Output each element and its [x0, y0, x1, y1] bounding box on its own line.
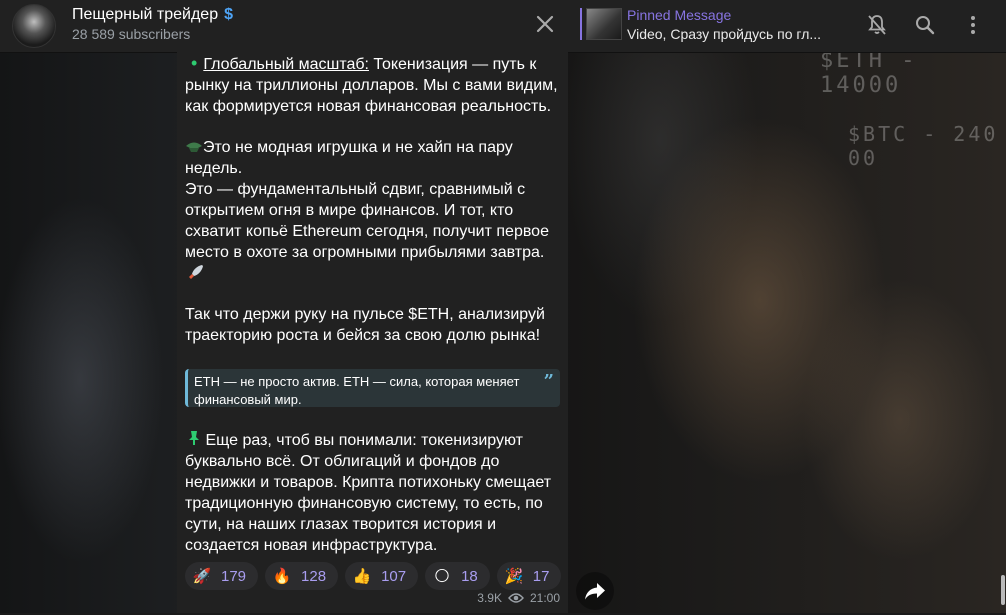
pinned-title[interactable]: Pinned Message — [627, 7, 731, 23]
channel-avatar[interactable] — [12, 4, 56, 48]
pushpin-icon — [189, 431, 199, 445]
thumbs-up-emoji-icon: 👍 — [352, 568, 372, 585]
reaction-count: 17 — [532, 567, 550, 585]
message-meta: 3.9K 21:00 — [477, 591, 560, 605]
reaction-moon[interactable]: 🌕 18 — [425, 562, 490, 590]
scrollbar-thumb[interactable] — [1001, 575, 1005, 605]
view-count: 3.9K — [477, 591, 502, 605]
paragraph-2-line-2: Это — фундаментальный сдвиг, сравнимый с… — [185, 181, 549, 261]
eye-icon — [508, 593, 524, 603]
cap-icon — [186, 142, 202, 152]
subscriber-count: 28 589 subscribers — [72, 26, 191, 42]
reaction-rocket[interactable]: 🚀 179 — [185, 562, 259, 590]
message-paragraph-2: Это не модная игрушка и не хайп на пару … — [185, 137, 560, 287]
quote-text: ETH — не просто актив. ETH — сила, котор… — [194, 374, 520, 407]
reaction-party[interactable]: 🎉 17 — [496, 562, 562, 590]
message-paragraph-4: Еще раз, чтоб вы понимали: токенизируют … — [185, 430, 560, 556]
message-paragraph-3: Так что держи руку на пульсе $ETH, анали… — [185, 306, 545, 344]
forward-arrow-icon — [585, 583, 605, 600]
fire-emoji-icon: 🔥 — [272, 568, 292, 585]
search-icon[interactable] — [913, 13, 937, 37]
reaction-thumbs-up[interactable]: 👍 107 — [345, 562, 419, 590]
mute-bell-icon[interactable] — [865, 13, 889, 37]
reaction-fire[interactable]: 🔥 128 — [265, 562, 339, 590]
background-eth-text: $ETH - 14000 — [820, 48, 918, 98]
message-quote: ETH — не просто актив. ETH — сила, котор… — [185, 369, 560, 407]
party-emoji-icon: 🎉 — [504, 568, 524, 585]
paragraph-2-line-1: Это не модная игрушка и не хайп на пару … — [185, 139, 513, 177]
pinned-thumbnail[interactable] — [586, 8, 622, 40]
pinned-divider — [580, 8, 582, 40]
green-dot-icon: • — [191, 53, 198, 73]
reaction-count: 128 — [301, 567, 327, 585]
share-button[interactable] — [576, 572, 614, 610]
reaction-count: 179 — [221, 567, 247, 585]
channel-title: Пещерный трейдер — [72, 6, 219, 23]
message-paragraph-1: • Глобальный масштаб: Токенизация — путь … — [185, 53, 560, 117]
more-vertical-icon[interactable] — [961, 13, 985, 37]
dollar-icon: $ — [224, 6, 233, 23]
message-time: 21:00 — [529, 591, 560, 605]
paragraph-4-text: Еще раз, чтоб вы понимали: токенизируют … — [185, 432, 552, 554]
quote-icon: ” — [543, 371, 554, 392]
reactions-bar: 🚀 179 🔥 128 👍 107 🌕 18 🎉 17 — [185, 562, 562, 590]
moon-emoji-icon: 🌕 — [434, 568, 450, 585]
rocket-icon — [189, 265, 203, 279]
rocket-emoji-icon: 🚀 — [192, 568, 212, 585]
chat-header: Пещерный трейдер $ 28 589 subscribers Pi… — [0, 0, 1006, 53]
reaction-count: 18 — [461, 567, 478, 585]
close-icon[interactable] — [533, 12, 557, 36]
global-scale-link[interactable]: Глобальный масштаб: — [203, 56, 369, 73]
reaction-count: 107 — [381, 567, 407, 585]
pinned-text[interactable]: Video, Сразу пройдусь по гл... — [627, 26, 837, 42]
message-bubble: • Глобальный масштаб: Токенизация — путь … — [177, 52, 568, 613]
background-btc-text: $BTC - 240 00 — [848, 122, 999, 170]
channel-title-row[interactable]: Пещерный трейдер $ — [72, 6, 240, 24]
